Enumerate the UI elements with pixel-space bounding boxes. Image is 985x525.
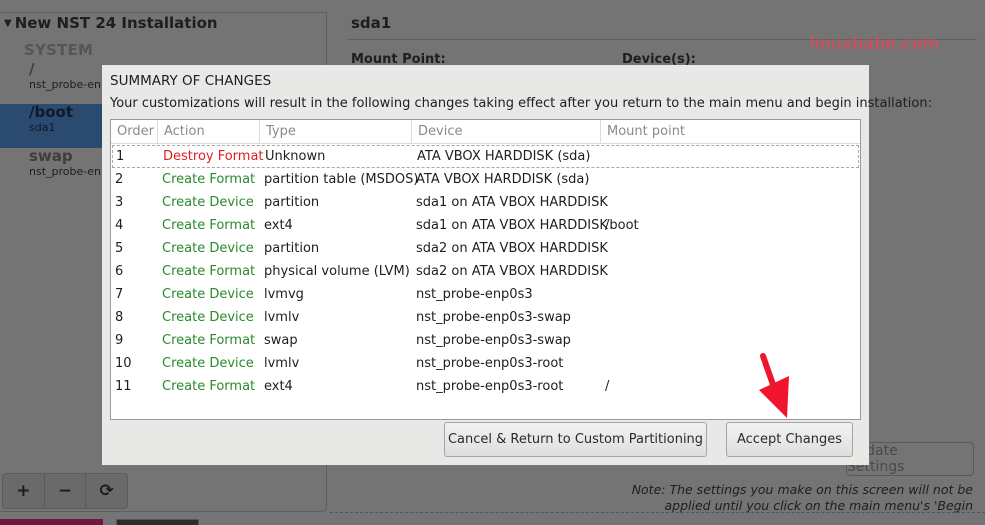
type-cell: lvmlv	[264, 310, 300, 325]
mount-point-label: /boot	[29, 103, 73, 121]
type-cell: lvmvg	[264, 287, 304, 302]
action-cell: Create Format	[162, 379, 256, 394]
minus-icon: −	[57, 481, 73, 501]
type-cell: ext4	[264, 218, 293, 233]
device-cell: nst_probe-enp0s3-swap	[416, 333, 571, 348]
device-cell: sda2 on ATA VBOX HARDDISK	[416, 264, 608, 279]
order-cell: 1	[116, 149, 125, 164]
add-mount-point-button[interactable]: +	[3, 474, 45, 508]
dashed-divider	[330, 512, 985, 513]
refresh-button[interactable]: ⟳	[86, 474, 127, 508]
column-header-device[interactable]: Device	[412, 120, 601, 143]
action-cell: Create Format	[162, 172, 256, 187]
order-cell: 5	[115, 241, 124, 256]
action-cell: Create Format	[162, 218, 256, 233]
device-cell: sda1 on ATA VBOX HARDDISK	[416, 218, 608, 233]
action-cell: Create Format	[162, 264, 256, 279]
dialog-description: Your customizations will result in the f…	[110, 96, 932, 111]
mount-point-label: swap	[29, 147, 73, 165]
action-cell: Destroy Format	[163, 149, 264, 164]
type-cell: swap	[264, 333, 298, 348]
cancel-return-button[interactable]: Cancel & Return to Custom Partitioning	[444, 422, 707, 457]
order-cell: 11	[115, 379, 132, 394]
table-row[interactable]: 2 Create Format partition table (MSDOS) ATA…	[111, 168, 860, 191]
action-cell: Create Device	[162, 310, 254, 325]
dialog-title: SUMMARY OF CHANGES	[110, 73, 272, 89]
device-cell: nst_probe-enp0s3-swap	[416, 310, 571, 325]
type-cell: lvmlv	[264, 356, 300, 371]
storage-summary-bar[interactable]	[0, 519, 103, 525]
order-cell: 3	[115, 195, 124, 210]
installation-title: New NST 24 Installation	[14, 14, 218, 32]
order-cell: 4	[115, 218, 124, 233]
type-cell: physical volume (LVM)	[264, 264, 410, 279]
type-cell: ext4	[264, 379, 293, 394]
action-cell: Create Device	[162, 195, 254, 210]
reset-all-button[interactable]	[116, 519, 199, 525]
order-cell: 2	[115, 172, 124, 187]
device-cell: ATA VBOX HARDDISK (sda)	[416, 172, 590, 187]
section-label-system: SYSTEM	[24, 41, 94, 59]
accept-changes-button[interactable]: Accept Changes	[726, 422, 853, 457]
order-cell: 8	[115, 310, 124, 325]
device-cell: sda2 on ATA VBOX HARDDISK	[416, 241, 608, 256]
column-header-type[interactable]: Type	[260, 120, 412, 143]
table-body: 1 Destroy Format Unknown ATA VBOX HARDDISK …	[111, 144, 860, 398]
mount-point-label: /	[29, 60, 35, 78]
mount-item-boot[interactable]: /boot sda1	[0, 104, 110, 148]
refresh-icon: ⟳	[99, 481, 114, 501]
settings-note: Note: The settings you make on this scre…	[631, 482, 973, 513]
action-cell: Create Device	[162, 241, 254, 256]
table-row[interactable]: 5 Create Device partition sda2 on ATA VBOX …	[111, 237, 860, 260]
table-row[interactable]: 9 Create Format swap nst_probe-enp0s3-swap	[111, 329, 860, 352]
table-row[interactable]: 11 Create Format ext4 nst_probe-enp0s3-root…	[111, 375, 860, 398]
changes-table: Order Action Type Device Mount point 1 De…	[110, 119, 861, 420]
order-cell: 10	[115, 356, 132, 371]
annotation-arrow-icon	[759, 353, 789, 418]
order-cell: 7	[115, 287, 124, 302]
device-detail-title: sda1	[351, 14, 392, 32]
expander-triangle-icon[interactable]: ▼	[4, 18, 12, 29]
device-cell: nst_probe-enp0s3-root	[416, 356, 564, 371]
action-cell: Create Format	[162, 333, 256, 348]
type-cell: partition table (MSDOS)	[264, 172, 419, 187]
mount-item-swap[interactable]: swap nst_probe-enp0s3-swap	[0, 148, 110, 192]
mount-point-cell: /boot	[605, 218, 639, 233]
order-cell: 6	[115, 264, 124, 279]
watermark: linuxbabe.com	[810, 34, 940, 54]
table-row[interactable]: 1 Destroy Format Unknown ATA VBOX HARDDISK …	[112, 145, 859, 168]
column-header-action[interactable]: Action	[158, 120, 260, 143]
table-row[interactable]: 6 Create Format physical volume (LVM) sda2 …	[111, 260, 860, 283]
installation-tree-header[interactable]: ▼ New NST 24 Installation	[4, 14, 218, 32]
device-cell: ATA VBOX HARDDISK (sda)	[417, 149, 591, 164]
type-cell: partition	[264, 195, 320, 210]
table-row[interactable]: 3 Create Device partition sda1 on ATA VBOX …	[111, 191, 860, 214]
summary-of-changes-dialog: SUMMARY OF CHANGES Your customizations w…	[102, 65, 932, 465]
mount-point-cell: /	[605, 379, 610, 394]
mount-point-actions: + − ⟳	[2, 473, 128, 509]
mount-item-root[interactable]: / nst_probe-enp0s3-root	[0, 61, 110, 105]
action-cell: Create Device	[162, 287, 254, 302]
remove-mount-point-button[interactable]: −	[45, 474, 87, 508]
table-header: Order Action Type Device Mount point	[111, 120, 860, 144]
device-label: sda1	[29, 121, 56, 134]
table-row[interactable]: 7 Create Device lvmvg nst_probe-enp0s3	[111, 283, 860, 306]
type-cell: Unknown	[265, 149, 326, 164]
device-label: nst_probe-enp0s3-root	[29, 78, 110, 91]
column-header-mount-point[interactable]: Mount point	[601, 120, 860, 143]
plus-icon: +	[16, 481, 31, 501]
device-label: nst_probe-enp0s3-swap	[29, 165, 110, 178]
order-cell: 9	[115, 333, 124, 348]
table-row[interactable]: 4 Create Format ext4 sda1 on ATA VBOX HARDD…	[111, 214, 860, 237]
table-row[interactable]: 10 Create Device lvmlv nst_probe-enp0s3-roo…	[111, 352, 860, 375]
action-cell: Create Device	[162, 356, 254, 371]
type-cell: partition	[264, 241, 320, 256]
device-cell: sda1 on ATA VBOX HARDDISK	[416, 195, 608, 210]
table-row[interactable]: 8 Create Device lvmlv nst_probe-enp0s3-swap	[111, 306, 860, 329]
device-cell: nst_probe-enp0s3	[416, 287, 533, 302]
device-cell: nst_probe-enp0s3-root	[416, 379, 564, 394]
column-header-order[interactable]: Order	[111, 120, 158, 143]
